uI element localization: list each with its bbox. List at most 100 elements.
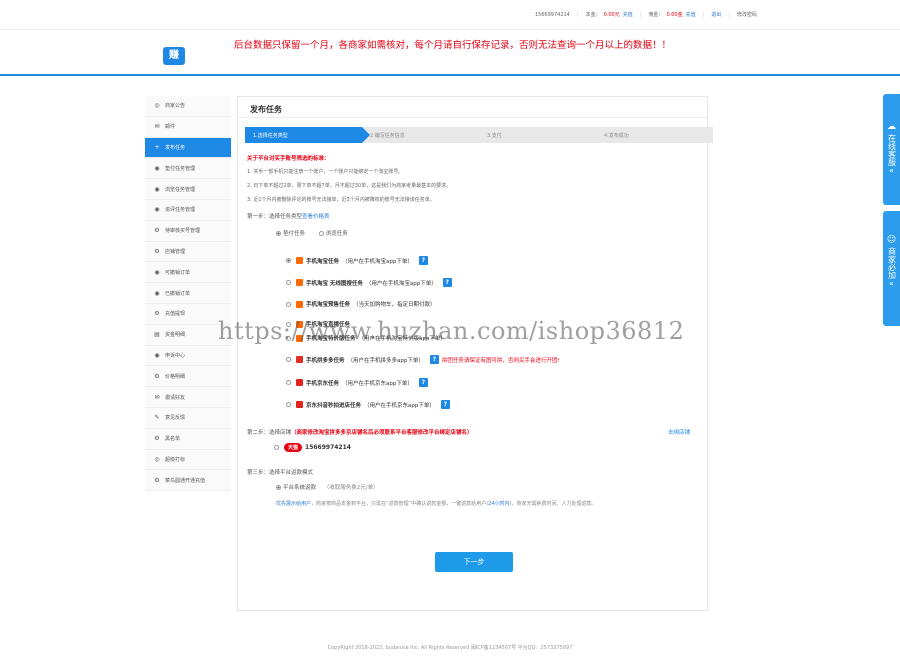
sidebar-item[interactable]: ⚙ 店铺管理 bbox=[145, 241, 231, 263]
sidebar-item-icon: ✉ bbox=[154, 393, 160, 401]
sidebar-item-label: 已撤销订单 bbox=[165, 290, 191, 297]
help-icon[interactable]: ? bbox=[440, 400, 450, 409]
shop-option[interactable]: 天猫 15669974214 bbox=[274, 443, 351, 452]
tb-platform-icon bbox=[296, 300, 303, 308]
help-icon[interactable]: ? bbox=[429, 355, 439, 364]
jd-platform-icon bbox=[296, 401, 303, 408]
rule-3: 3. 近1个月内被删除评论的账号无法接单，近3个月内被降权的账号无法接该任务单。 bbox=[247, 197, 435, 203]
task-type-browse[interactable]: 浏览任务 bbox=[318, 231, 348, 237]
sidebar-item-label: 菜鸟圆通开通充值 bbox=[165, 477, 206, 484]
bind-store-link[interactable]: 去绑店铺 bbox=[668, 428, 690, 436]
task-warning: 拼团任务请保证有图可拼，否则买手会进行开团! bbox=[441, 357, 560, 364]
task-name: 手机淘宝预售任务 bbox=[306, 302, 351, 308]
sidebar-item[interactable]: ◉ 可撤销订单 bbox=[145, 262, 231, 284]
online-service-button[interactable]: ☁ 在线客服 « bbox=[883, 94, 900, 205]
recharge-link[interactable]: 充值 bbox=[623, 11, 633, 18]
sidebar-item-icon: ◉ bbox=[154, 185, 160, 193]
recharge-commission-link[interactable]: 充值 bbox=[686, 11, 696, 18]
platform-refund-radio[interactable] bbox=[276, 485, 281, 490]
chat-icon: ☺ bbox=[886, 235, 897, 245]
sidebar-item-label: 店铺管理 bbox=[165, 248, 186, 255]
sidebar-item[interactable]: ◉ 已撤销订单 bbox=[145, 283, 231, 304]
radio-advance[interactable] bbox=[276, 231, 281, 236]
sidebar-item-icon: ◉ bbox=[154, 351, 160, 359]
sidebar-item[interactable]: ◉ 申诉中心 bbox=[145, 345, 231, 367]
sidebar-item-icon: ◉ bbox=[154, 206, 160, 214]
step-3: 3.支付 bbox=[479, 127, 596, 143]
step2-warning: （商家修改淘宝拼多多京店铺名后必须联系平台客服修改平台绑定店铺名） bbox=[291, 430, 473, 436]
task-option[interactable]: 手机京东任务 （用户在手机京东app下单）? bbox=[286, 378, 428, 387]
task-desc: （当天加购物车，指定日期付款） bbox=[353, 302, 436, 308]
next-step-button[interactable]: 下一步 bbox=[435, 552, 513, 572]
shop-radio[interactable] bbox=[274, 445, 279, 450]
title-divider bbox=[238, 117, 707, 118]
task-radio[interactable] bbox=[286, 402, 291, 407]
task-option[interactable]: 手机淘宝任务 （用户在手机淘宝app下单）? bbox=[286, 256, 428, 265]
sidebar-item-label: 充值提现 bbox=[165, 311, 186, 318]
site-logo[interactable]: 赚 bbox=[163, 47, 185, 65]
tb-platform-icon bbox=[296, 257, 303, 264]
platform-refund-note: 优先展示给用户，商家按商品本金到平台，只需在“返款管理”中确认返款金额，一键返款… bbox=[276, 501, 597, 507]
sidebar-item-icon: ◉ bbox=[154, 268, 160, 276]
task-radio[interactable] bbox=[286, 380, 291, 385]
sidebar-item[interactable]: ◉ 浏览任务管理 bbox=[145, 179, 231, 200]
task-desc: （用户在手机淘宝app下单） bbox=[342, 258, 413, 265]
sidebar-item-icon: ✉ bbox=[154, 123, 160, 131]
page-title: 发布任务 bbox=[250, 105, 282, 114]
sidebar-item[interactable]: ◉ 追评任务管理 bbox=[145, 199, 231, 221]
sidebar-item[interactable]: + 发布任务 bbox=[145, 137, 231, 159]
sidebar-item[interactable]: ⚙ 黑名单 bbox=[145, 428, 231, 450]
task-name: 手机拼多多任务 bbox=[306, 357, 345, 364]
sidebar-item[interactable]: ⚙ 价格明细 bbox=[145, 366, 231, 388]
radio-browse[interactable] bbox=[318, 231, 324, 236]
sidebar-item-label: 邮件 bbox=[165, 124, 176, 131]
sidebar-item-icon: ◎ bbox=[154, 102, 160, 110]
sidebar-menu: ◎ 商家公告 ✉ 邮件 + 发布任务 ◉ 垫付任务管理 ◉ 浏览任务管理 ◉ 追评任务管理 ⚙ 待审核买号… bbox=[145, 96, 231, 492]
username: 15669974214 bbox=[534, 11, 570, 18]
merchant-must-add-button[interactable]: ☺ 商家必加 « bbox=[883, 211, 900, 326]
task-option[interactable]: 手机淘宝 无线图搜任务 （用户在手机淘宝app下单）? bbox=[286, 278, 452, 287]
sidebar-item[interactable]: ⚙ 待审核买号管理 bbox=[145, 220, 231, 242]
sidebar-item[interactable]: ⚙ 菜鸟圆通开通充值 bbox=[145, 470, 231, 492]
task-option[interactable]: 手机淘宝预售任务 （当天加购物车，指定日期付款） bbox=[286, 300, 436, 308]
task-name: 手机淘宝任务 bbox=[306, 258, 340, 265]
sidebar-item-label: 浏览任务管理 bbox=[165, 186, 196, 193]
help-icon[interactable]: ? bbox=[418, 378, 428, 387]
capital-label: 本金： bbox=[585, 12, 601, 18]
sidebar-item[interactable]: ◎ 超级打标 bbox=[145, 449, 231, 471]
task-radio[interactable] bbox=[286, 258, 291, 263]
sidebar-item-label: 垫付任务管理 bbox=[165, 165, 196, 172]
tb-platform-icon bbox=[296, 279, 303, 286]
step-progress: 1.选择任务类型 2.编写任务信息 3.支付 4.发布成功 bbox=[245, 127, 713, 143]
sidebar-item[interactable]: ◉ 垫付任务管理 bbox=[145, 158, 231, 180]
sidebar-item-icon: ⚙ bbox=[154, 372, 160, 380]
sidebar-item-label: 待审核买号管理 bbox=[165, 228, 201, 235]
logout-link[interactable]: 退出 bbox=[711, 11, 721, 18]
task-desc: （用户在手机淘宝app下单） bbox=[365, 280, 437, 287]
sidebar-item[interactable]: ✉ 邮件 bbox=[145, 116, 231, 138]
double-chevron-icon: « bbox=[889, 166, 894, 175]
task-radio[interactable] bbox=[286, 301, 291, 307]
sidebar-item[interactable]: ✎ 意见反馈 bbox=[145, 407, 231, 429]
help-icon[interactable]: ? bbox=[442, 278, 452, 287]
task-option[interactable]: 京东抖音秒拍进店任务 （用户在手机京东app下单）? bbox=[286, 400, 450, 409]
step-2: 2.编写任务信息 bbox=[362, 127, 479, 143]
help-icon[interactable]: ? bbox=[418, 256, 428, 265]
sidebar-item-icon: ⚙ bbox=[154, 247, 160, 255]
sidebar-item[interactable]: ✉ 邀请好友 bbox=[145, 387, 231, 408]
task-type-advance[interactable]: 垫付任务 bbox=[276, 231, 305, 237]
sidebar-item-icon: ◉ bbox=[154, 289, 160, 297]
task-type-group: 垫付任务 浏览任务 bbox=[276, 229, 348, 237]
change-password-link[interactable]: 修改密码 bbox=[737, 11, 757, 18]
sidebar-item-label: 申诉中心 bbox=[165, 352, 186, 359]
sidebar-item-icon: ⚙ bbox=[154, 227, 160, 235]
price-table-link[interactable]: 查看价格表 bbox=[302, 214, 330, 220]
must-add-label: 商家必加 bbox=[887, 247, 897, 279]
rule-2: 2. 日下单不超过2单，周下单不超7单，月不超过30单，这是我们为商家考量最基本… bbox=[247, 183, 452, 189]
task-radio[interactable] bbox=[286, 280, 291, 285]
platform-refund-option[interactable]: 平台系统返款 （收取服务费2元/单） bbox=[276, 483, 379, 491]
task-radio[interactable] bbox=[286, 357, 291, 362]
task-option[interactable]: 手机拼多多任务 （用户在手机拼多多app下单）? 拼团任务请保证有图可拼，否则买手会… bbox=[286, 355, 560, 364]
sidebar-item[interactable]: ◎ 商家公告 bbox=[145, 96, 231, 117]
jd-platform-icon bbox=[296, 379, 303, 386]
